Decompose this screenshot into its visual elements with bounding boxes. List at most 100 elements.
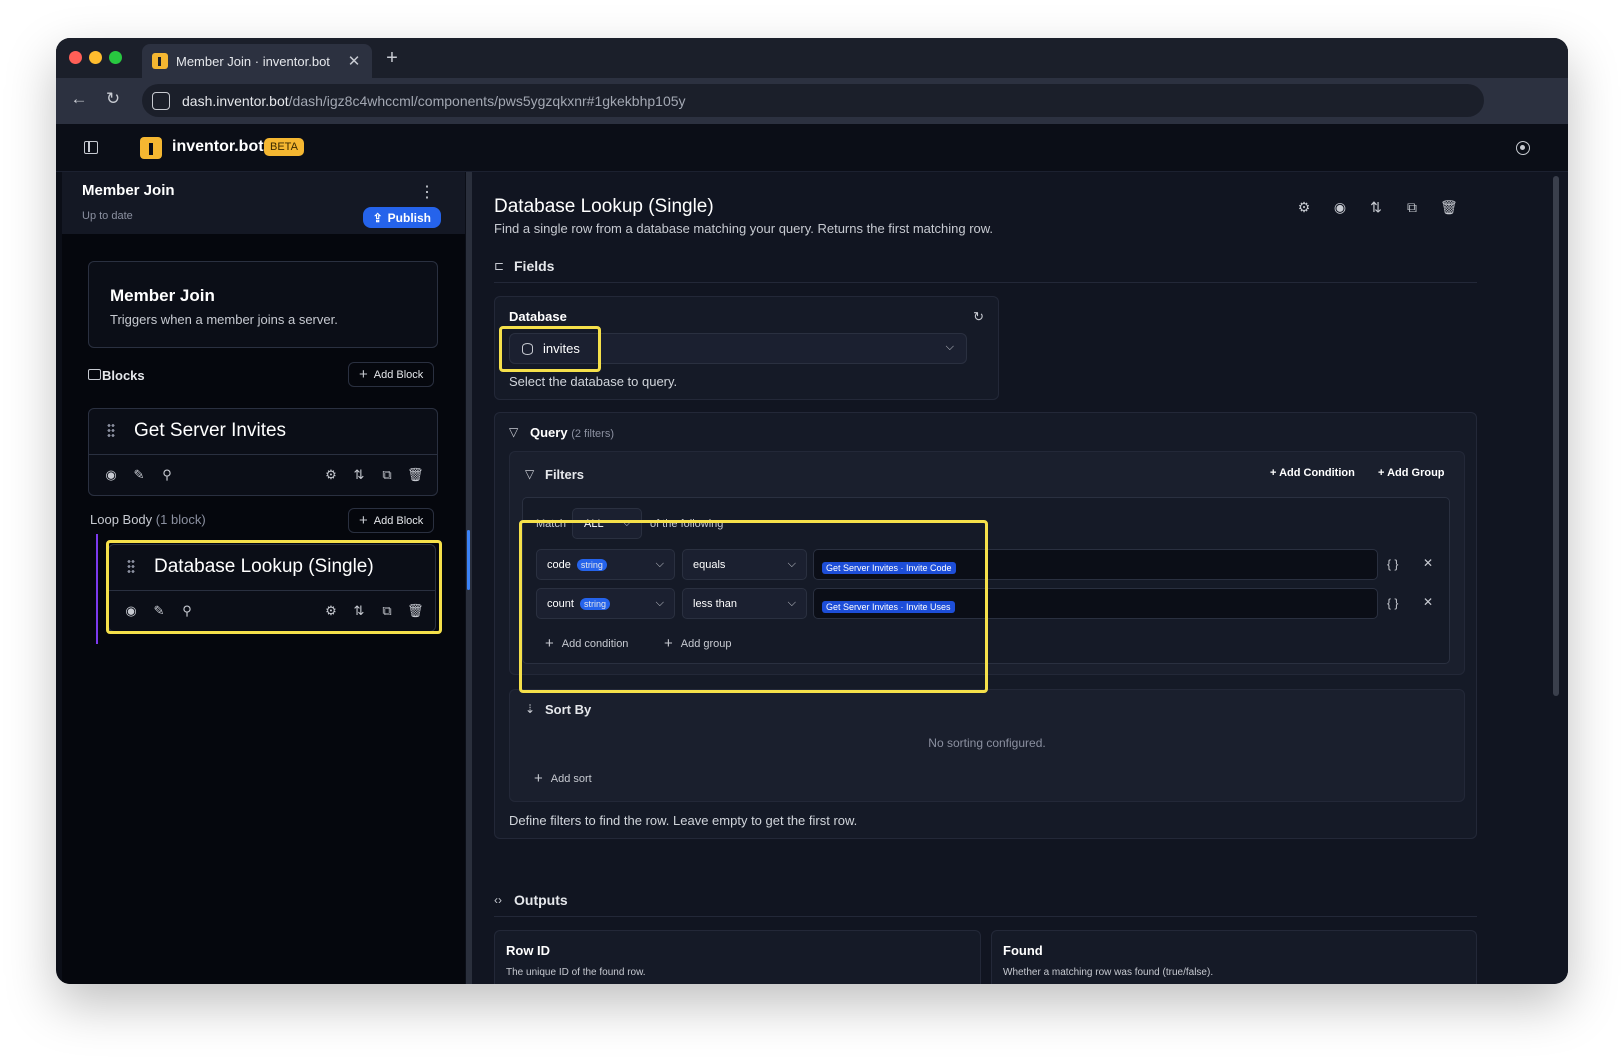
site-settings-icon[interactable] — [152, 91, 170, 110]
drag-handle-icon[interactable] — [127, 559, 135, 575]
remove-condition-icon[interactable]: ✕ — [1423, 556, 1433, 570]
edit-icon[interactable]: ✎ — [131, 467, 147, 483]
query-help: Define filters to find the row. Leave em… — [509, 813, 858, 828]
browser-tab[interactable]: Member Join · inventor.bot ✕ — [142, 44, 372, 78]
maximize-window-button[interactable] — [109, 51, 122, 64]
duplicate-icon[interactable]: ⧉ — [379, 603, 395, 619]
reorder-icon[interactable]: ⇅ — [351, 467, 367, 483]
plus-icon: + — [545, 635, 554, 652]
more-options-icon[interactable]: ⋮ — [419, 182, 435, 202]
trash-icon[interactable]: 🗑 — [1440, 199, 1458, 216]
database-label: Database — [509, 309, 567, 324]
url-path: /dash/igz8c4whccml/components/pws5ygzqkx… — [288, 92, 686, 109]
trigger-card[interactable]: Member Join Triggers when a member joins… — [88, 261, 438, 348]
reload-button[interactable]: ↻ — [102, 89, 124, 109]
trash-icon[interactable]: 🗑 — [407, 467, 424, 483]
sidebar: Member Join Up to date ⋮ ⇪ Publish Membe… — [62, 172, 465, 984]
variable-braces-icon[interactable]: { } — [1387, 557, 1398, 571]
plus-icon: + — [664, 635, 673, 652]
main-panel: Database Lookup (Single) Find a single r… — [472, 172, 1568, 984]
condition-field: count — [547, 598, 574, 610]
browser-tab-bar: Member Join · inventor.bot ✕ + — [56, 38, 1568, 78]
block-card[interactable]: Get Server Invites ◉ ✎ ⚲ ⚙ ⇅ ⧉ 🗑 — [88, 408, 438, 496]
minimize-window-button[interactable] — [89, 51, 102, 64]
add-block-button[interactable]: + Add Block — [348, 362, 435, 387]
app-header: inventor.bot BETA — [56, 124, 1568, 172]
page-title: Database Lookup (Single) — [494, 196, 714, 217]
sidebar-header: Member Join Up to date ⋮ ⇪ Publish — [62, 172, 465, 234]
condition-value-input[interactable]: Get Server Invites · Invite Uses — [813, 588, 1378, 619]
filter-icon: ▽ — [525, 467, 535, 481]
scrollbar[interactable] — [1553, 176, 1559, 696]
preview-icon[interactable] — [1516, 141, 1530, 155]
database-panel: Database ↻ invites ⌵ Select the database… — [494, 296, 999, 400]
gear-icon[interactable]: ⚙ — [323, 467, 339, 483]
gear-icon[interactable]: ⚙ — [1296, 199, 1312, 216]
add-condition-inline-label: Add condition — [561, 637, 629, 650]
block-card-selected[interactable]: Database Lookup (Single) ◉ ✎ ⚲ ⚙ ⇅ ⧉ 🗑 — [108, 544, 436, 632]
pin-icon[interactable]: ⚲ — [159, 467, 175, 483]
add-loop-block-button[interactable]: + Add Block — [348, 508, 435, 533]
output-description: Whether a matching row was found (true/f… — [1003, 967, 1214, 978]
match-value: ALL — [584, 518, 604, 530]
trigger-description: Triggers when a member joins a server. — [110, 312, 338, 327]
drag-handle-icon[interactable] — [107, 423, 115, 439]
condition-field-select[interactable]: code string ⌵ — [536, 549, 675, 580]
eye-icon[interactable]: ◉ — [1332, 199, 1348, 216]
add-group-inline-button[interactable]: + Add group — [664, 635, 732, 652]
fields-icon: ⊏ — [494, 259, 505, 273]
publish-button[interactable]: ⇪ Publish — [362, 207, 441, 228]
splitter-handle[interactable] — [467, 530, 470, 590]
add-condition-button[interactable]: + Add Condition — [1270, 467, 1355, 479]
add-group-button[interactable]: + Add Group — [1378, 467, 1445, 479]
block-header: Database Lookup (Single) — [109, 545, 435, 591]
add-block-label: Add Block — [373, 368, 424, 381]
add-sort-label: Add sort — [550, 772, 592, 785]
beta-badge: BETA — [264, 138, 304, 156]
refresh-icon[interactable]: ↻ — [973, 309, 984, 325]
folder-icon — [88, 369, 101, 380]
database-select[interactable]: invites ⌵ — [509, 333, 967, 364]
pin-icon[interactable]: ⚲ — [179, 603, 195, 619]
variable-braces-icon[interactable]: { } — [1387, 596, 1398, 610]
sort-icon: ⇣ — [525, 702, 536, 716]
reorder-icon[interactable]: ⇅ — [1368, 199, 1384, 216]
new-tab-button[interactable]: + — [381, 47, 403, 70]
chevron-down-icon: ⌵ — [945, 341, 954, 353]
eye-icon[interactable]: ◉ — [103, 467, 119, 483]
reorder-icon[interactable]: ⇅ — [351, 603, 367, 619]
close-window-button[interactable] — [69, 51, 82, 64]
condition-operator-select[interactable]: equals ⌵ — [682, 549, 807, 580]
condition-operator-select[interactable]: less than ⌵ — [682, 588, 807, 619]
condition-value-input[interactable]: Get Server Invites · Invite Code — [813, 549, 1378, 580]
output-title: Row ID — [506, 943, 551, 958]
chevron-down-icon: ⌵ — [655, 597, 664, 609]
condition-field-select[interactable]: count string ⌵ — [536, 588, 675, 619]
back-button[interactable]: ← — [68, 89, 90, 109]
remove-condition-icon[interactable]: ✕ — [1423, 595, 1433, 609]
edit-icon[interactable]: ✎ — [151, 603, 167, 619]
close-icon[interactable]: ✕ — [346, 52, 362, 70]
code-icon: ‹› — [494, 893, 502, 907]
trash-icon[interactable]: 🗑 — [407, 603, 424, 619]
sidebar-toggle-icon[interactable] — [84, 141, 98, 154]
match-select[interactable]: ALL ⌵ — [572, 508, 642, 539]
variable-chip[interactable]: Get Server Invites · Invite Uses — [822, 601, 955, 613]
variable-chip[interactable]: Get Server Invites · Invite Code — [822, 562, 956, 574]
component-title: Member Join — [82, 182, 175, 199]
duplicate-icon[interactable]: ⧉ — [379, 467, 395, 483]
chevron-down-icon: ⌵ — [655, 558, 664, 570]
outputs-label: Outputs — [514, 892, 568, 908]
add-sort-button[interactable]: + Add sort — [534, 770, 592, 787]
type-badge: string — [576, 559, 607, 571]
add-condition-inline-button[interactable]: + Add condition — [545, 635, 628, 652]
duplicate-icon[interactable]: ⧉ — [1404, 199, 1420, 216]
favicon-icon — [152, 53, 168, 69]
sort-empty-text: No sorting configured. — [928, 736, 1046, 750]
chevron-down-icon: ⌵ — [622, 517, 631, 529]
page-description: Find a single row from a database matchi… — [494, 221, 994, 236]
eye-icon[interactable]: ◉ — [123, 603, 139, 619]
block-title: Get Server Invites — [134, 420, 287, 441]
url-input[interactable]: dash.inventor.bot/dash/igz8c4whccml/comp… — [142, 84, 1484, 117]
gear-icon[interactable]: ⚙ — [323, 603, 339, 619]
